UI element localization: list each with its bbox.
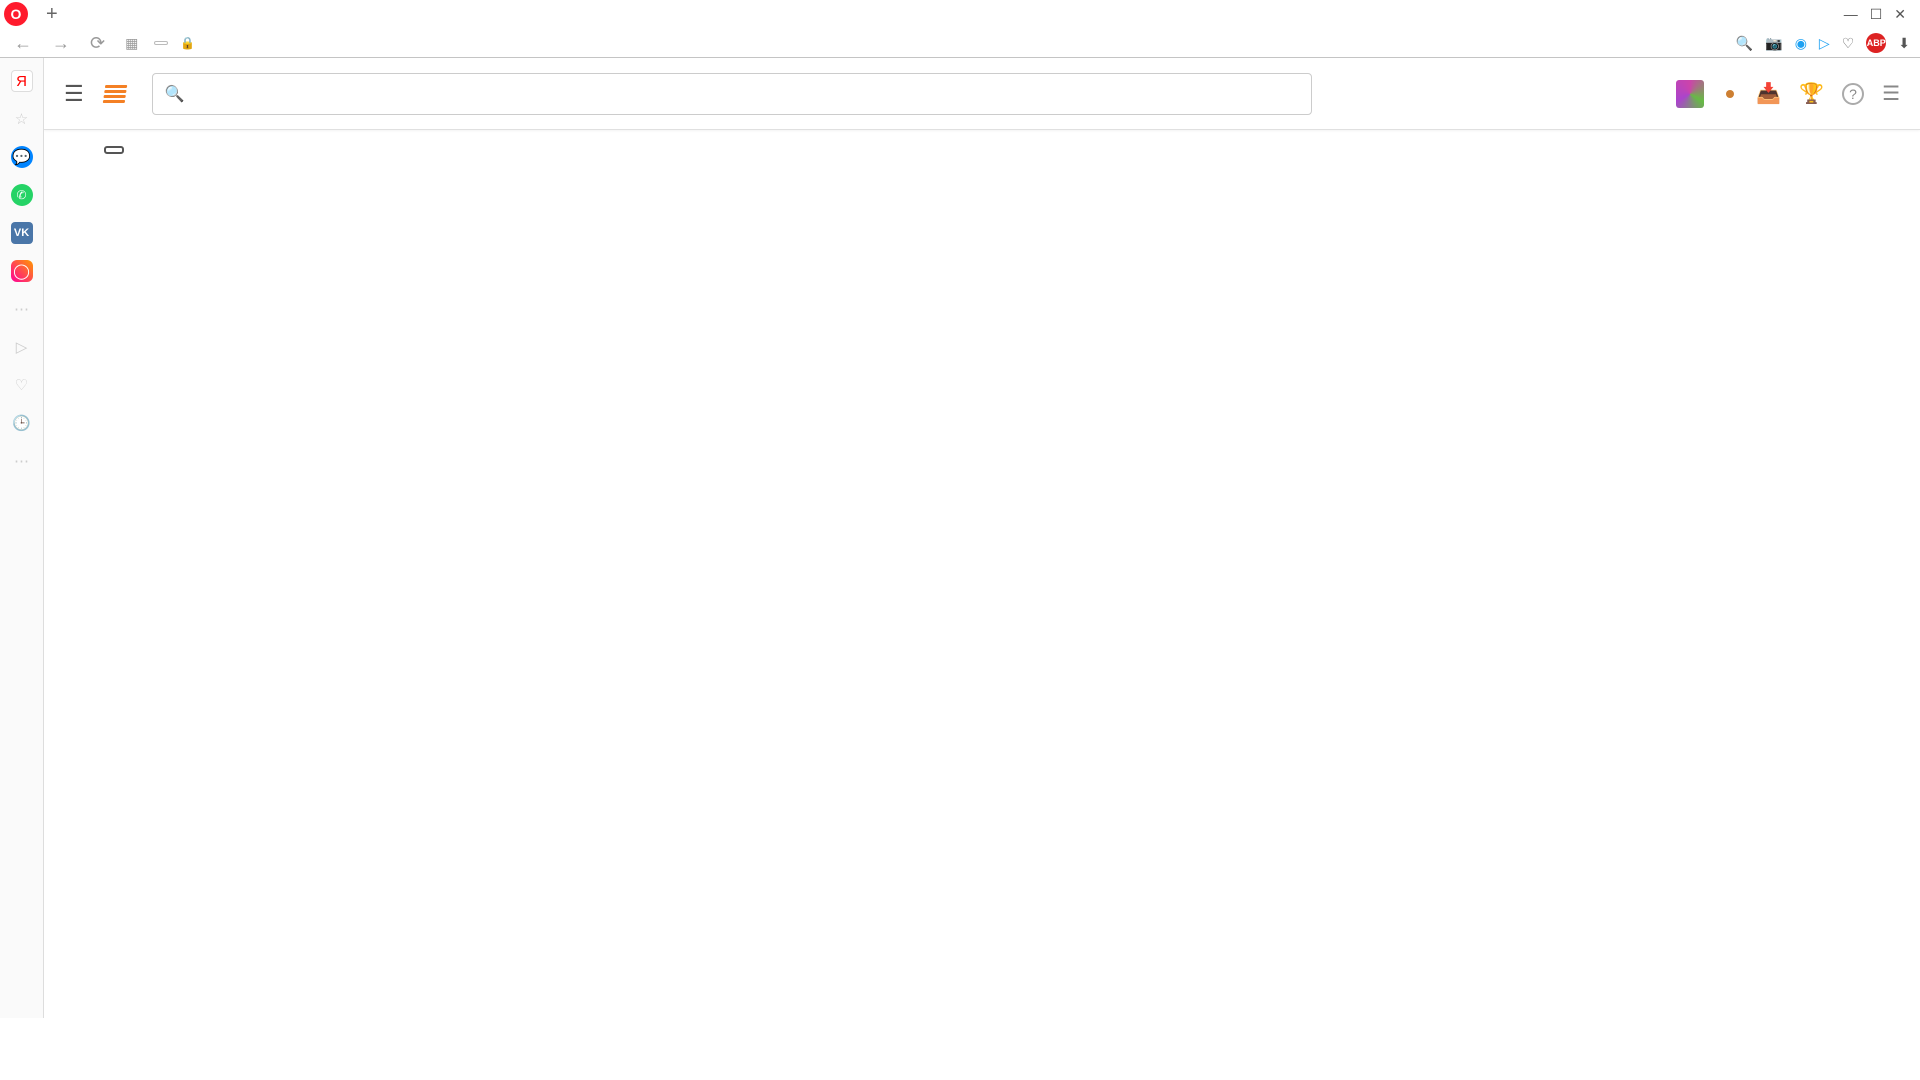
instagram-icon[interactable]: ◯	[11, 260, 33, 282]
help-icon[interactable]: ?	[1842, 83, 1864, 105]
minimize-icon[interactable]: —	[1844, 6, 1858, 23]
trophy-icon[interactable]: 🏆	[1799, 81, 1824, 106]
send-icon[interactable]: ▷	[11, 336, 33, 358]
search-input[interactable]: 🔍	[152, 73, 1312, 115]
yandex-icon[interactable]: Я	[11, 70, 33, 92]
new-tab-button[interactable]: +	[38, 3, 66, 26]
search-icon: 🔍	[165, 84, 185, 104]
avatar[interactable]	[1676, 80, 1704, 108]
so-body	[44, 130, 1920, 176]
vpn-badge[interactable]	[154, 41, 168, 45]
so-logo-icon	[102, 85, 127, 103]
camera-icon[interactable]: 📷	[1765, 35, 1782, 52]
messenger-icon[interactable]: 💬	[11, 146, 33, 168]
forward-button[interactable]: →	[48, 33, 74, 54]
reload-button[interactable]: ⟳	[86, 33, 109, 54]
so-header: ☰ 🔍 📥 🏆 ? ☰	[44, 58, 1920, 130]
nav-drawer-icon[interactable]: ☰	[1882, 81, 1900, 106]
menu-icon[interactable]: ☰	[64, 81, 84, 107]
so-logo[interactable]	[104, 85, 132, 103]
browser-tabs: O + — ☐ ✕	[0, 0, 1920, 28]
lock-icon: 🔒	[180, 36, 195, 50]
opera-icon[interactable]: O	[4, 2, 28, 26]
back-button[interactable]: ←	[10, 33, 36, 54]
download-icon[interactable]: ⬇	[1898, 35, 1910, 52]
easy-setup-icon[interactable]: ◉	[1795, 35, 1807, 52]
browser-sidebar: Я ☆ 💬 ✆ VK ◯ ⋯ ▷ ♡ 🕒 ⋯	[0, 58, 44, 1018]
inbox-icon[interactable]: 📥	[1756, 81, 1781, 106]
format-toolbar	[74, 140, 1890, 166]
sync-icon[interactable]: ▷	[1819, 35, 1830, 52]
adblock-icon[interactable]: ABP	[1866, 33, 1886, 53]
history-icon[interactable]: 🕒	[11, 412, 33, 434]
speed-dial-icon[interactable]: ▦	[121, 35, 142, 52]
dots-icon[interactable]: ⋯	[11, 298, 33, 320]
heart-sidebar-icon[interactable]: ♡	[11, 374, 33, 396]
whatsapp-icon[interactable]: ✆	[11, 184, 33, 206]
heart-icon[interactable]: ♡	[1842, 35, 1855, 52]
bronze-dot-icon	[1726, 90, 1734, 98]
reputation-badge[interactable]	[1722, 90, 1738, 98]
search-icon[interactable]: 🔍	[1736, 35, 1753, 52]
code-button[interactable]	[104, 146, 124, 154]
close-icon[interactable]: ✕	[1894, 6, 1906, 23]
maximize-icon[interactable]: ☐	[1870, 6, 1883, 23]
address-bar-row: ← → ⟳ ▦ 🔒 🔍 📷 ◉ ▷ ♡ ABP ⬇	[0, 28, 1920, 58]
more-icon[interactable]: ⋯	[11, 450, 33, 472]
star-icon[interactable]: ☆	[11, 108, 33, 130]
vk-icon[interactable]: VK	[11, 222, 33, 244]
